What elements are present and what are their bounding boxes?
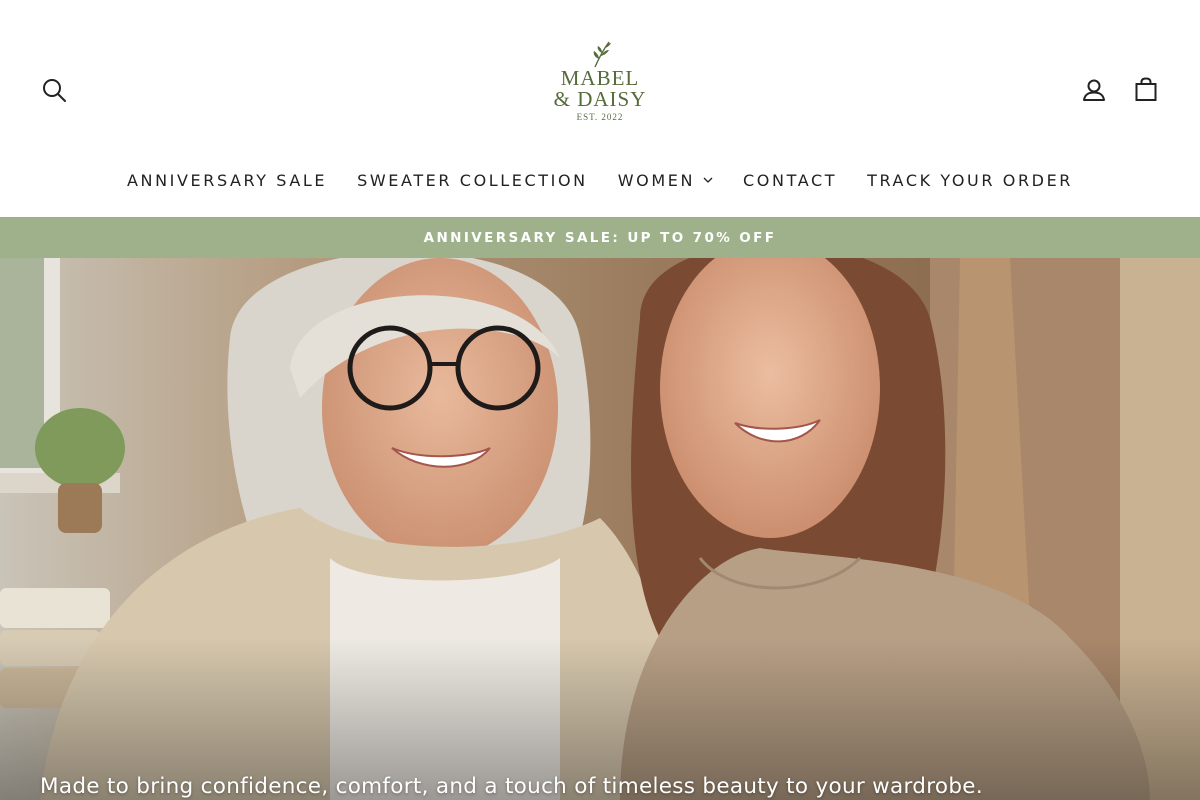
hero-caption: Made to bring confidence, comfort, and a… bbox=[40, 774, 983, 799]
announcement-bar[interactable]: ANNIVERSARY SALE: UP TO 70% OFF bbox=[0, 217, 1200, 258]
chevron-down-icon bbox=[703, 177, 713, 183]
nav-item-track-order[interactable]: TRACK YOUR ORDER bbox=[852, 171, 1088, 190]
main-nav: ANNIVERSARY SALE SWEATER COLLECTION WOME… bbox=[0, 160, 1200, 200]
nav-item-label: SWEATER COLLECTION bbox=[357, 170, 588, 190]
nav-item-label: ANNIVERSARY SALE bbox=[126, 170, 328, 190]
logo-line-1: MABEL bbox=[560, 66, 640, 90]
nav-item-anniversary-sale[interactable]: ANNIVERSARY SALE bbox=[112, 171, 342, 190]
site-header: MABEL & DAISY EST. 2022 bbox=[0, 0, 1200, 150]
nav-item-label: TRACK YOUR ORDER bbox=[867, 170, 1074, 190]
sprig-icon bbox=[593, 41, 611, 68]
logo-line-2: & DAISY bbox=[553, 87, 647, 111]
nav-item-women[interactable]: WOMEN bbox=[603, 171, 728, 190]
nav-item-label: CONTACT bbox=[743, 170, 838, 190]
nav-item-label: WOMEN bbox=[617, 170, 696, 190]
shopping-bag-icon[interactable] bbox=[1130, 74, 1162, 106]
user-icon[interactable] bbox=[1078, 74, 1110, 106]
nav-item-contact[interactable]: CONTACT bbox=[728, 171, 852, 190]
announcement-text: ANNIVERSARY SALE: UP TO 70% OFF bbox=[423, 229, 777, 246]
hero-banner: Made to bring confidence, comfort, and a… bbox=[0, 258, 1200, 800]
logo-est: EST. 2022 bbox=[576, 112, 624, 122]
hero-image bbox=[0, 258, 1200, 800]
search-icon[interactable] bbox=[38, 74, 70, 106]
nav-item-sweater-collection[interactable]: SWEATER COLLECTION bbox=[342, 171, 603, 190]
brand-logo[interactable]: MABEL & DAISY EST. 2022 bbox=[540, 40, 660, 132]
